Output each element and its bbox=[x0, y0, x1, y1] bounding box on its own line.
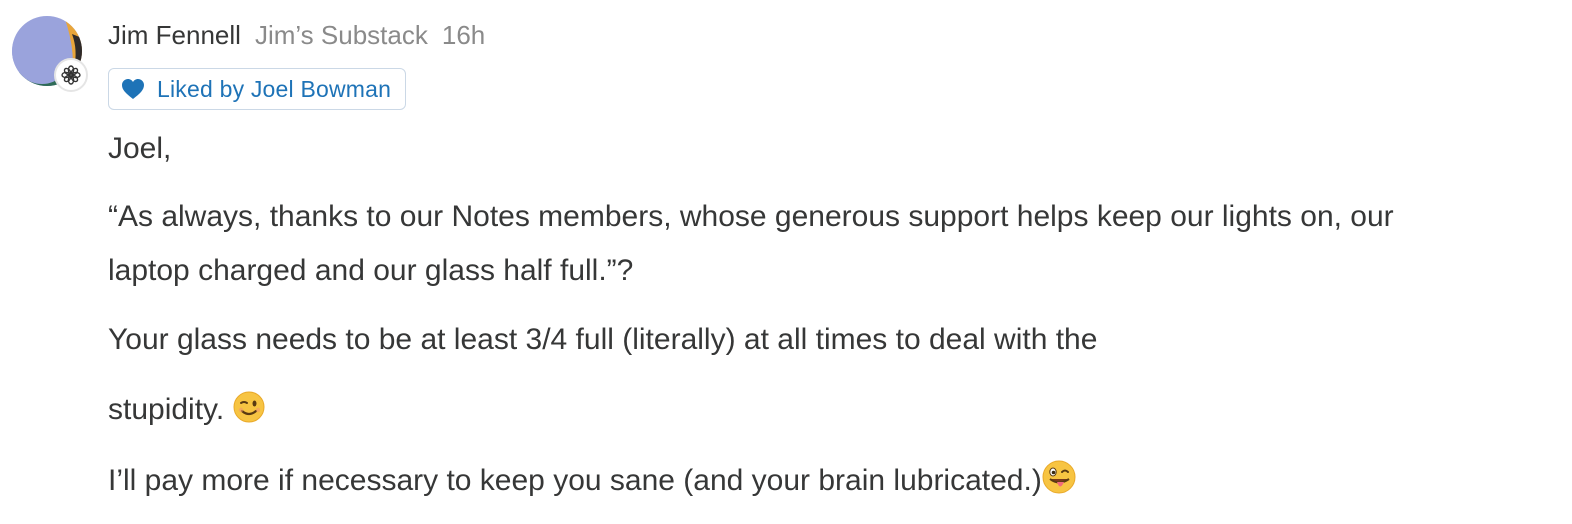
note-paragraph: stupidity. bbox=[108, 383, 265, 437]
winking-face-emoji bbox=[233, 391, 264, 423]
publication-name[interactable]: Jim’s Substack bbox=[255, 20, 428, 51]
liked-by-pill[interactable]: Liked by Joel Bowman bbox=[108, 68, 407, 110]
note-text: I’ll pay more if necessary to keep you s… bbox=[108, 464, 1042, 497]
note-paragraph: I’ll pay more if necessary to keep you s… bbox=[108, 454, 1076, 508]
note-paragraph: Your glass needs to be at least 3/4 full… bbox=[108, 323, 1098, 356]
author-avatar-group[interactable] bbox=[12, 16, 88, 92]
winking-face-with-tongue-emoji bbox=[1042, 460, 1076, 494]
heart-icon bbox=[122, 79, 144, 99]
liked-by-label: Liked by Joel Bowman bbox=[157, 75, 392, 102]
note-paragraph-quote-line: laptop charged and our glass half full.”… bbox=[108, 254, 634, 287]
flower-icon bbox=[61, 65, 81, 85]
publication-badge[interactable] bbox=[54, 58, 88, 92]
note-paragraph-quote-line: “As always, thanks to our Notes members,… bbox=[108, 200, 1394, 233]
note-text: stupidity. bbox=[108, 393, 233, 426]
note-paragraph: Joel, bbox=[108, 132, 172, 165]
timestamp[interactable]: 16h bbox=[442, 20, 485, 51]
note-header: Jim Fennell Jim’s Substack 16h bbox=[108, 20, 485, 58]
author-name[interactable]: Jim Fennell bbox=[108, 20, 241, 51]
